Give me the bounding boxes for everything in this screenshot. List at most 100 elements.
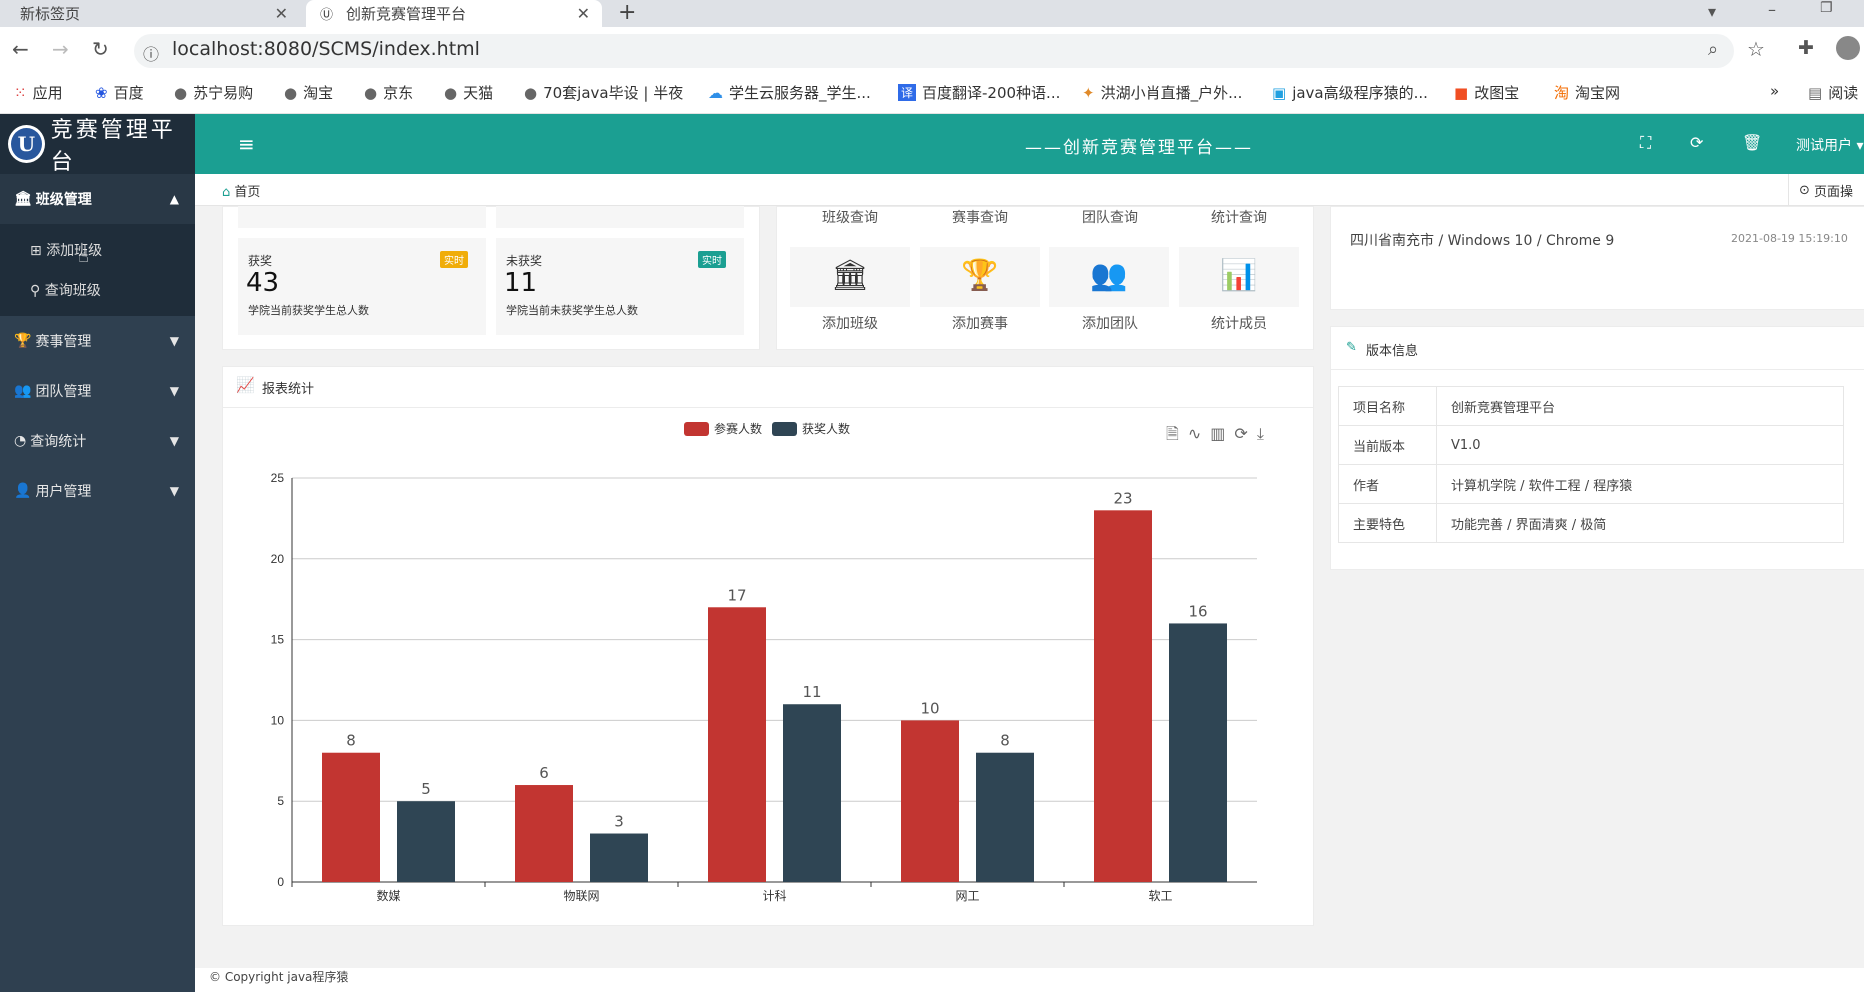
new-tab-icon[interactable]: + xyxy=(618,0,636,25)
chart-toolbox[interactable]: 🗎∿▥⟳⤓ xyxy=(1166,423,1273,450)
table-key: 当前版本 xyxy=(1338,425,1437,465)
chevron-down-icon: ▼ xyxy=(169,484,179,498)
cloud-icon: ☁ xyxy=(708,83,723,102)
trash-icon[interactable]: 🗑 xyxy=(1742,133,1762,152)
data-view-icon[interactable]: 🗎 xyxy=(1166,424,1188,443)
quick-link-class-query[interactable]: 班级查询 xyxy=(785,207,915,227)
bookmark-item[interactable]: ● 京东 xyxy=(364,82,413,103)
url-text[interactable]: localhost:8080/SCMS/index.html xyxy=(172,38,480,60)
chart-bars xyxy=(322,510,1227,882)
reading-list[interactable]: ▤ 阅读 xyxy=(1808,82,1858,103)
download-icon[interactable]: ⤓ xyxy=(1257,424,1273,443)
data-label: 10 xyxy=(920,699,939,717)
bar xyxy=(901,720,959,882)
sidebar-subitem-query-class[interactable]: ⚲ 查询班级 xyxy=(30,280,101,300)
globe-icon: ● xyxy=(524,83,538,102)
sidebar-item-query-statistics[interactable]: ◔ 查询统计 ▼ xyxy=(0,416,195,466)
reload-icon[interactable]: ↻ xyxy=(92,37,109,61)
stat-desc: 学院当前获奖学生总人数 xyxy=(248,304,369,317)
users-icon: 👥 xyxy=(1090,258,1128,293)
report-card-header xyxy=(222,366,1314,408)
sidebar-item-team-management[interactable]: 👥 团队管理 ▼ xyxy=(0,366,195,416)
bar-switch-icon[interactable]: ▥ xyxy=(1210,424,1234,443)
logo-text: 竞赛管理平台 xyxy=(50,118,176,175)
data-label: 3 xyxy=(614,813,624,831)
close-icon[interactable]: ✕ xyxy=(577,4,590,23)
quick-link-add-class[interactable]: 添加班级 xyxy=(785,313,915,333)
y-tick-label: 10 xyxy=(271,713,285,727)
live-icon: ✦ xyxy=(1082,83,1095,102)
star-icon[interactable]: ☆ xyxy=(1747,37,1765,61)
quick-link-stats-query[interactable]: 统计查询 xyxy=(1174,207,1304,227)
x-tick-label: 软工 xyxy=(1148,889,1172,903)
y-tick-label: 15 xyxy=(271,633,285,647)
bar xyxy=(783,704,841,882)
bar xyxy=(976,752,1034,882)
close-icon[interactable]: ✕ xyxy=(275,4,288,23)
table-row: 主要特色 功能完善 / 界面清爽 / 极简 xyxy=(1338,503,1844,543)
refresh-icon[interactable]: ⟳ xyxy=(1690,133,1703,152)
quick-link-add-event[interactable]: 添加赛事 xyxy=(915,313,1045,333)
globe-icon: ● xyxy=(364,83,378,102)
restore-icon[interactable]: ❐ xyxy=(1820,0,1833,16)
page-operations-button[interactable]: ⊙ 页面操 xyxy=(1788,174,1864,206)
info-icon[interactable]: ⓘ xyxy=(143,41,159,65)
bookmark-item[interactable]: 淘淘宝网 xyxy=(1554,82,1620,103)
mouse-cursor-icon: ☝ xyxy=(78,246,89,267)
fullscreen-icon[interactable]: ⛶ xyxy=(1640,133,1651,153)
quick-link-event-query[interactable]: 赛事查询 xyxy=(915,207,1045,227)
chart-legend[interactable]: 参赛人数 获奖人数 xyxy=(684,421,850,436)
table-key: 项目名称 xyxy=(1338,386,1437,426)
bookmark-apps[interactable]: ⁙ 应用 xyxy=(14,82,63,103)
profile-dropdown-icon[interactable]: ▾ xyxy=(1708,2,1716,21)
sidebar-item-class-management[interactable]: 🏛 班级管理 ▲ xyxy=(0,174,195,224)
x-tick-label: 网工 xyxy=(955,889,979,903)
bookmark-item[interactable]: ● 淘宝 xyxy=(284,82,333,103)
browser-tab-active[interactable]: Ⓤ 创新竞赛管理平台 ✕ xyxy=(306,0,602,27)
breadcrumb-home[interactable]: ⌂ 首页 xyxy=(222,181,260,200)
zoom-icon[interactable]: ⌕ xyxy=(1708,39,1718,60)
bookmark-item[interactable]: ● 苏宁易购 xyxy=(174,82,253,103)
sidebar-item-event-management[interactable]: 🏆 赛事管理 ▼ xyxy=(0,316,195,366)
data-label: 8 xyxy=(346,732,356,750)
extensions-icon[interactable]: ✚ xyxy=(1798,37,1814,59)
line-chart-icon: 📈 xyxy=(236,376,255,394)
bookmark-item[interactable]: ● 天猫 xyxy=(444,82,493,103)
browser-tab-new[interactable]: 新标签页 ✕ xyxy=(0,0,300,27)
bar-chart: 0 5 10 15 20 25 数媒 8 5 物联网 6 3 计科 17 11 网工 10 8 软工 23 16 参赛人… xyxy=(271,421,1257,903)
logo[interactable]: U 竞赛管理平台 xyxy=(0,114,195,175)
menu-toggle-icon[interactable]: ≡ xyxy=(238,132,255,156)
data-label: 8 xyxy=(1000,732,1010,750)
back-icon[interactable]: ← xyxy=(12,37,29,61)
leaf-icon: ✎ xyxy=(1346,340,1357,355)
sidebar-item-user-management[interactable]: 👤 用户管理 ▼ xyxy=(0,466,195,516)
y-tick-label: 20 xyxy=(271,552,285,566)
stat-label: 未获奖 xyxy=(506,254,543,268)
bar xyxy=(515,785,573,882)
more-bookmarks-icon[interactable]: » xyxy=(1770,82,1779,100)
bookmark-item[interactable]: ❀ 百度 xyxy=(95,82,144,103)
realtime-badge: 实时 xyxy=(698,251,726,268)
bookmark-item[interactable]: ☁ 学生云服务器_学生... xyxy=(708,82,871,103)
stat-value: 11 xyxy=(504,268,538,298)
forward-icon[interactable]: → xyxy=(52,37,69,61)
bar xyxy=(1169,623,1227,882)
site-favicon-icon: Ⓤ xyxy=(320,8,334,23)
sidebar-subitem-add-class[interactable]: ⊞ 添加班级 xyxy=(30,240,102,260)
profile-avatar[interactable] xyxy=(1836,36,1860,60)
bookmark-item[interactable]: ▣ java高级程序猿的... xyxy=(1272,82,1428,103)
bookmark-item[interactable]: ● 70套java毕设 | 半夜 xyxy=(524,82,683,103)
stat-box-top-cut xyxy=(238,206,486,228)
quick-link-stats-member[interactable]: 统计成员 xyxy=(1174,313,1304,333)
bookmark-item[interactable]: 译百度翻译-200种语... xyxy=(898,82,1060,103)
quick-link-team-query[interactable]: 团队查询 xyxy=(1045,207,1175,227)
line-switch-icon[interactable]: ∿ xyxy=(1188,424,1210,443)
quick-link-add-team[interactable]: 添加团队 xyxy=(1045,313,1175,333)
minimize-icon[interactable]: – xyxy=(1768,0,1776,19)
restore-icon[interactable]: ⟳ xyxy=(1234,424,1256,443)
user-menu[interactable]: 测试用户 ▾ xyxy=(1796,135,1863,155)
x-tick-label: 计科 xyxy=(762,889,786,903)
data-label: 17 xyxy=(727,586,746,604)
bookmark-item[interactable]: ■ 改图宝 xyxy=(1454,82,1519,103)
bookmark-item[interactable]: ✦ 洪湖小肖直播_户外... xyxy=(1082,82,1242,103)
